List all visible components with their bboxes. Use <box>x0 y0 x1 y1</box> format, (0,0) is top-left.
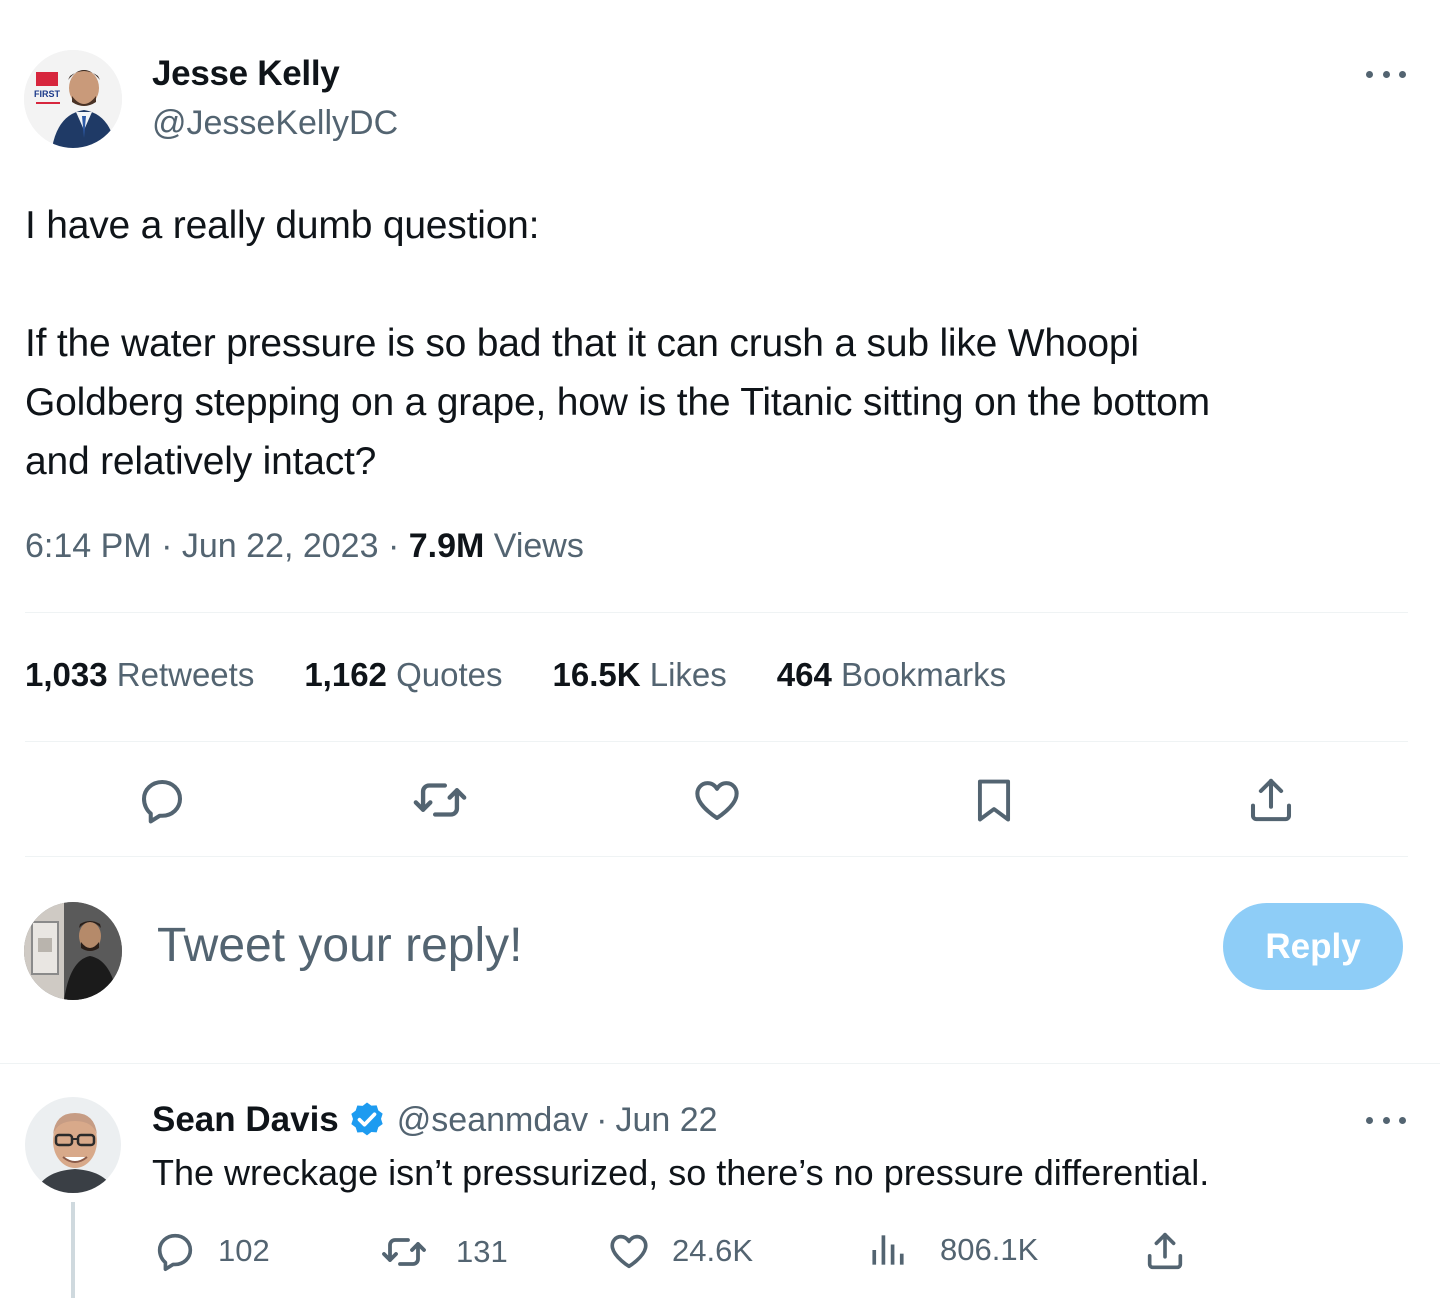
share-icon[interactable] <box>1241 770 1301 830</box>
reply-likes-count: 24.6K <box>672 1233 754 1268</box>
quotes-stat[interactable]: 1,162 Quotes <box>304 656 502 694</box>
reply-share-button[interactable] <box>1142 1228 1188 1274</box>
reply-retweets-count: 131 <box>456 1234 508 1269</box>
tweet-text-line: If the water pressure is so bad that it … <box>25 322 1139 365</box>
reply-author-avatar[interactable] <box>25 1097 121 1193</box>
likes-stat[interactable]: 16.5K Likes <box>553 656 727 694</box>
bookmark-icon[interactable] <box>964 770 1024 830</box>
likes-count: 16.5K <box>552 656 641 693</box>
bookmarks-stat[interactable]: 464 Bookmarks <box>777 656 1006 694</box>
reply-views-button[interactable]: 806.1K <box>866 1228 1038 1272</box>
retweets-count: 1,033 <box>25 656 108 693</box>
reply-like-button[interactable]: 24.6K <box>606 1228 753 1274</box>
like-icon[interactable] <box>687 770 747 830</box>
reply-author-handle[interactable]: @seanmdav <box>397 1101 588 1140</box>
views-count: 7.9M <box>408 527 485 565</box>
bookmarks-label: Bookmarks <box>841 656 1007 693</box>
retweets-label: Retweets <box>116 656 255 693</box>
like-icon <box>610 1234 648 1269</box>
author-name[interactable]: Jesse Kelly <box>152 54 340 94</box>
reply-actions: 102 131 24.6K 806.1K <box>152 1228 1252 1278</box>
retweet-icon[interactable] <box>410 770 470 830</box>
reply-date[interactable]: Jun 22 <box>616 1101 718 1140</box>
tweet-meta: 6:14 PM · Jun 22, 2023 · 7.9M Views <box>25 527 584 565</box>
share-icon <box>1147 1232 1183 1270</box>
tweet-text-line: Goldberg stepping on a grape, how is the… <box>25 381 1210 424</box>
views-label: Views <box>493 527 584 565</box>
section-divider <box>0 1063 1440 1064</box>
reply-more-icon[interactable] <box>1366 1108 1406 1132</box>
bookmarks-count: 464 <box>776 656 832 693</box>
tweet-date[interactable]: Jun 22, 2023 <box>182 527 379 565</box>
reply-reply-button[interactable]: 102 <box>152 1228 270 1274</box>
tweet-text-line: I have a really dumb question: <box>25 204 540 247</box>
reply-button[interactable]: Reply <box>1223 903 1403 990</box>
tweet-text-line: and relatively intact? <box>25 440 377 483</box>
divider <box>25 856 1408 857</box>
more-icon[interactable] <box>1366 62 1406 86</box>
retweets-stat[interactable]: 1,033 Retweets <box>25 656 254 694</box>
reply-retweet-button[interactable]: 131 <box>380 1228 508 1276</box>
user-avatar[interactable] <box>24 902 122 1000</box>
author-avatar[interactable]: FIRST <box>24 50 122 148</box>
reply-input[interactable] <box>157 918 1157 973</box>
likes-label: Likes <box>649 656 727 693</box>
reply-icon[interactable] <box>132 770 192 830</box>
quotes-label: Quotes <box>396 656 503 693</box>
tweet-time[interactable]: 6:14 PM <box>25 527 152 565</box>
reply-author-name[interactable]: Sean Davis <box>152 1100 339 1140</box>
avatar-badge-text: FIRST <box>34 89 61 99</box>
tweet-actions <box>0 770 1440 830</box>
reply-replies-count: 102 <box>218 1233 270 1268</box>
views-icon <box>872 1235 904 1265</box>
thread-line <box>71 1202 75 1298</box>
reply-text: The wreckage isn’t pressurized, so there… <box>152 1152 1210 1193</box>
tweet-text: I have a really dumb question: If the wa… <box>25 196 1415 491</box>
tweet-stats: 1,033 Retweets 1,162 Quotes 16.5K Likes … <box>25 656 1006 694</box>
reply-icon <box>157 1233 193 1272</box>
author-handle[interactable]: @JesseKellyDC <box>152 104 398 143</box>
verified-icon <box>351 1102 383 1136</box>
reply-header: Sean Davis @seanmdav · Jun 22 <box>152 1100 718 1140</box>
reply-views-count: 806.1K <box>940 1232 1039 1267</box>
quotes-count: 1,162 <box>304 656 387 693</box>
retweet-icon <box>382 1238 426 1266</box>
divider <box>25 741 1408 742</box>
divider <box>25 612 1408 613</box>
